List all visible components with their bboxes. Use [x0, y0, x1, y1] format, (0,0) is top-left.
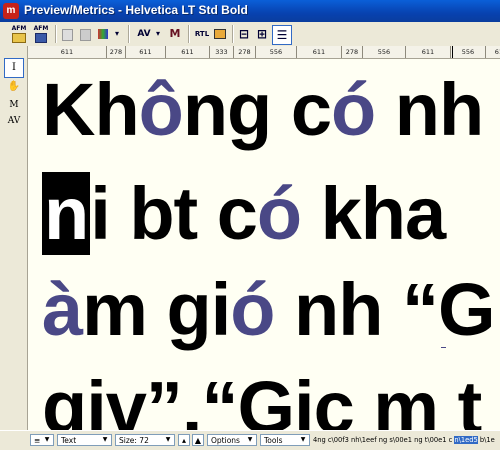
fit-icon [214, 29, 226, 39]
selected-glyph[interactable]: n [42, 172, 91, 255]
accented-glyph: à [42, 268, 83, 351]
small-preview-icon[interactable]: ▴ [178, 434, 190, 446]
large-preview-icon[interactable]: ▲ [192, 434, 204, 446]
preview-line-3: àm gió nh “G [42, 273, 496, 347]
preview-text: nh “G [274, 268, 496, 351]
preview-line-4: giv”.“Gic m t [42, 371, 482, 431]
preview-text: giv”.“Gic m t [42, 366, 482, 431]
size-dropdown[interactable]: Size: 72 ▼ [115, 434, 175, 446]
kerning-button[interactable]: AV [134, 25, 154, 43]
tool-palette: I ✋ M AV [0, 46, 28, 430]
fit-button[interactable] [212, 25, 228, 43]
toolbar: AFM AFM ▾ AV ▾ M RTL ⊟ ⊞ ☰ [0, 22, 500, 47]
ruler-cell: 611 [28, 46, 107, 58]
options-label: Options [211, 436, 240, 445]
chevron-down-icon: ▼ [102, 436, 108, 443]
accented-glyph: ó [230, 268, 275, 351]
chevron-down-icon: ▼ [44, 436, 50, 443]
preview-text: kha [301, 172, 447, 255]
rtl-button[interactable]: RTL [193, 25, 211, 43]
mode-dropdown[interactable]: Text ▼ [57, 434, 112, 446]
advance-width-ruler: 611 278 611 611 333 278 556 611 278 556 … [28, 46, 500, 59]
ruler-cell: 611 [406, 46, 451, 58]
save-metrics-button[interactable]: AFM [32, 25, 50, 43]
align-button[interactable]: ⊟ [236, 25, 252, 43]
options-dropdown[interactable]: Options ▼ [207, 434, 257, 446]
accented-glyph: ó [256, 172, 302, 255]
tools-label: Tools [264, 436, 283, 445]
ruler-cell: 611 [486, 46, 500, 58]
toolbar-separator [232, 25, 234, 43]
hand-tool-icon[interactable]: ✋ [5, 78, 23, 96]
text-cursor-tool[interactable]: I [4, 58, 24, 78]
copy-button[interactable] [60, 25, 74, 43]
chevron-down-icon: ▼ [165, 436, 171, 443]
preview-text: m gi [82, 268, 231, 351]
palette-icon [98, 29, 108, 39]
tools-dropdown[interactable]: Tools ▼ [260, 434, 310, 446]
glyph-sequence-text: 4ng c\00f3 nh\1eef ng s\00e1 ng t\00e1 c [313, 436, 455, 444]
folder-icon [12, 33, 26, 43]
paste-icon [79, 29, 91, 41]
preview-text: Kh [42, 68, 140, 151]
afm-label: AFM [33, 25, 49, 32]
palette-dropdown[interactable]: ▾ [112, 25, 122, 43]
alignment-dropdown[interactable]: ≡ ▼ [30, 434, 54, 446]
window-title: Preview/Metrics - Helvetica LT Std Bold [24, 3, 248, 17]
toolbar-separator [128, 25, 130, 43]
metrics-button[interactable]: M [166, 25, 184, 43]
title-bar: m Preview/Metrics - Helvetica LT Std Bol… [0, 0, 500, 22]
spacing-button[interactable]: ⊞ [254, 25, 270, 43]
paste-button[interactable] [78, 25, 92, 43]
ruler-marker [452, 46, 453, 58]
align-icon: ≡ [34, 436, 41, 445]
wrap-button[interactable]: ☰ [272, 25, 292, 45]
preview-line-2: ni bt có kha [42, 172, 446, 255]
ruler-cell: 278 [107, 46, 126, 58]
palette-button[interactable] [96, 25, 110, 43]
ruler-cell: 611 [166, 46, 210, 58]
preview-text: ng c [182, 68, 332, 151]
glyph-sequence-text: b\1e [477, 436, 495, 444]
accented-glyph: ó [330, 68, 376, 151]
ruler-cell: 556 [363, 46, 406, 58]
ruler-cell: 333 [210, 46, 234, 58]
chevron-down-icon: ▼ [247, 436, 253, 443]
accented-glyph: ô [138, 68, 184, 151]
ruler-cell: 556 [256, 46, 297, 58]
mode-value: Text [61, 436, 77, 445]
toolbar-separator [55, 25, 57, 43]
preview-text: nh [375, 68, 484, 151]
kern-tool[interactable]: AV [5, 112, 23, 130]
kerning-dropdown[interactable]: ▾ [154, 25, 162, 43]
glyph-sequence-field[interactable]: 4ng c\00f3 nh\1eef ng s\00e1 ng t\00e1 c… [313, 434, 500, 446]
ruler-cell: 611 [126, 46, 166, 58]
chevron-down-icon: ▼ [300, 436, 306, 443]
copy-icon [61, 29, 73, 41]
status-bar: ≡ ▼ Text ▼ Size: 72 ▼ ▴ ▲ Options ▼ Tools ▼ 4… [0, 430, 500, 450]
save-icon [35, 33, 47, 43]
preview-text: i bt c [90, 172, 258, 255]
toolbar-separator [188, 25, 190, 43]
insertion-marker [441, 347, 446, 348]
ruler-cell: 556 [451, 46, 486, 58]
size-value: Size: 72 [119, 436, 149, 445]
open-metrics-button[interactable]: AFM [10, 25, 28, 43]
ruler-cell: 278 [342, 46, 363, 58]
ruler-cell: 611 [297, 46, 342, 58]
selected-glyph-code: n\1ed5 [454, 436, 478, 444]
preview-canvas[interactable]: Không có nh ni bt có kha àm gió nh “G gi… [28, 59, 500, 430]
ruler-cell: 278 [234, 46, 256, 58]
app-icon: m [3, 3, 19, 19]
preview-line-1: Không có nh [42, 73, 484, 147]
afm-label: AFM [11, 25, 27, 32]
